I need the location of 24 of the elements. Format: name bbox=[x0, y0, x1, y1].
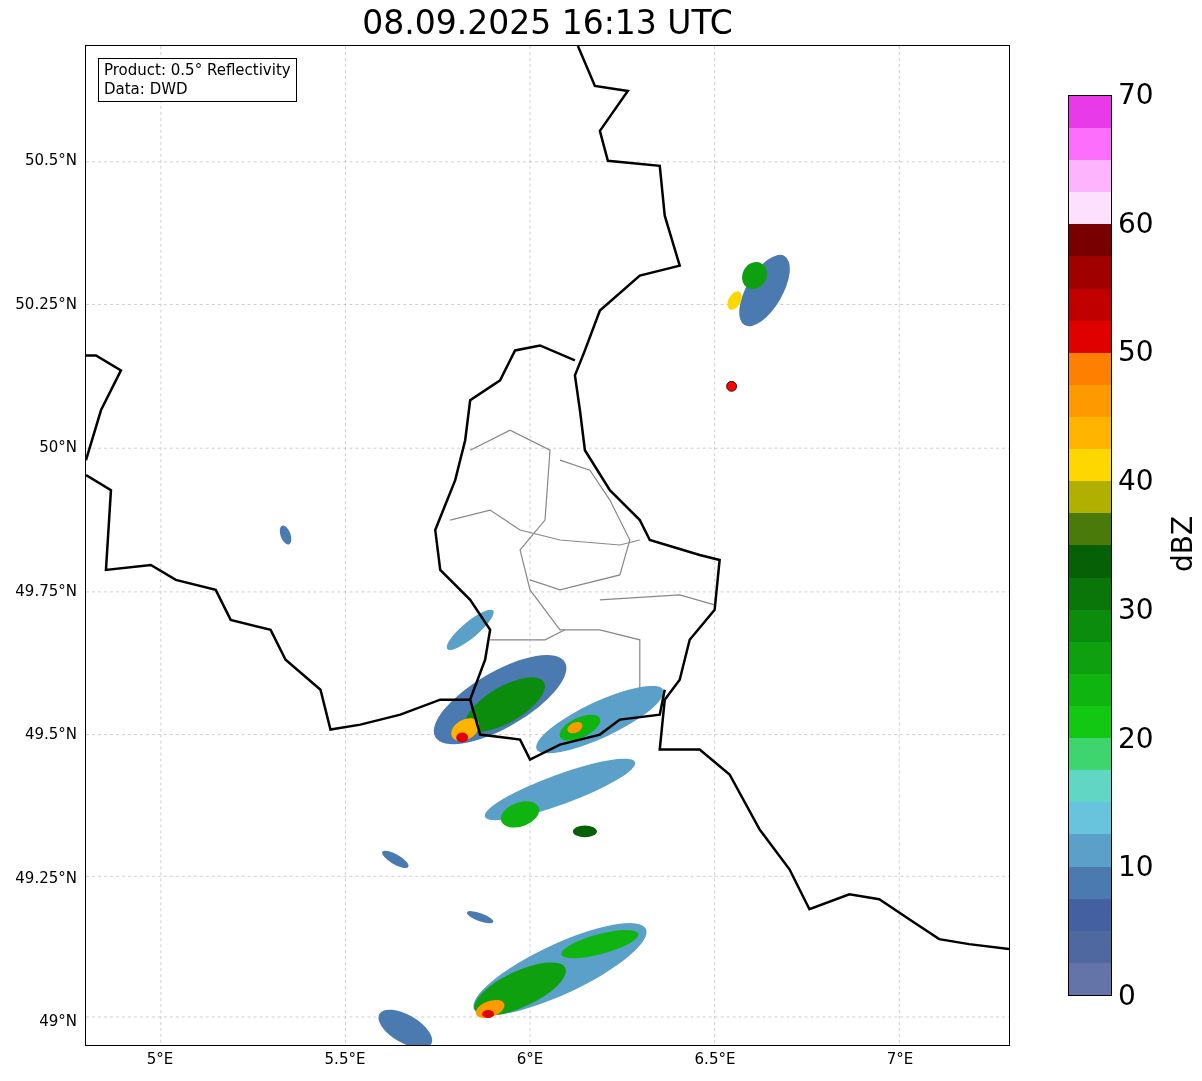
latitude-label: 49.5°N bbox=[24, 727, 77, 742]
latitude-label: 49.75°N bbox=[15, 583, 77, 599]
colorbar-tick-label: 30 bbox=[1118, 595, 1154, 624]
longitude-label: 6°E bbox=[516, 1052, 544, 1067]
latitude-label: 49.25°N bbox=[15, 870, 77, 886]
colorbar-tick-label: 60 bbox=[1118, 209, 1154, 238]
latitude-label: 49°N bbox=[39, 1014, 77, 1029]
colorbar-label: dBZ bbox=[1169, 515, 1198, 573]
legend-text: Product: 0.5° Reflectivity bbox=[104, 61, 291, 80]
colorbar-tick-label: 40 bbox=[1118, 467, 1154, 496]
colorbar-tick-label: 70 bbox=[1118, 81, 1154, 109]
colorbar-tick-label: 20 bbox=[1118, 724, 1154, 753]
legend-text: Data: DWD bbox=[104, 80, 189, 99]
colorbar-tick-label: 0 bbox=[1118, 982, 1136, 1010]
latitude-label: 50.5°N bbox=[24, 153, 77, 168]
chart-title: 08.09.2025 16:13 UTC bbox=[362, 6, 733, 39]
longitude-label: 5°E bbox=[146, 1052, 174, 1067]
longitude-label: 5.5°E bbox=[324, 1052, 366, 1067]
latitude-label: 50°N bbox=[39, 440, 77, 455]
colorbar-tick-label: 10 bbox=[1118, 853, 1154, 882]
colorbar-tick-label: 50 bbox=[1118, 338, 1154, 367]
latitude-label: 50.25°N bbox=[15, 296, 77, 312]
longitude-label: 7°E bbox=[886, 1052, 914, 1067]
longitude-label: 6.5°E bbox=[694, 1052, 736, 1067]
